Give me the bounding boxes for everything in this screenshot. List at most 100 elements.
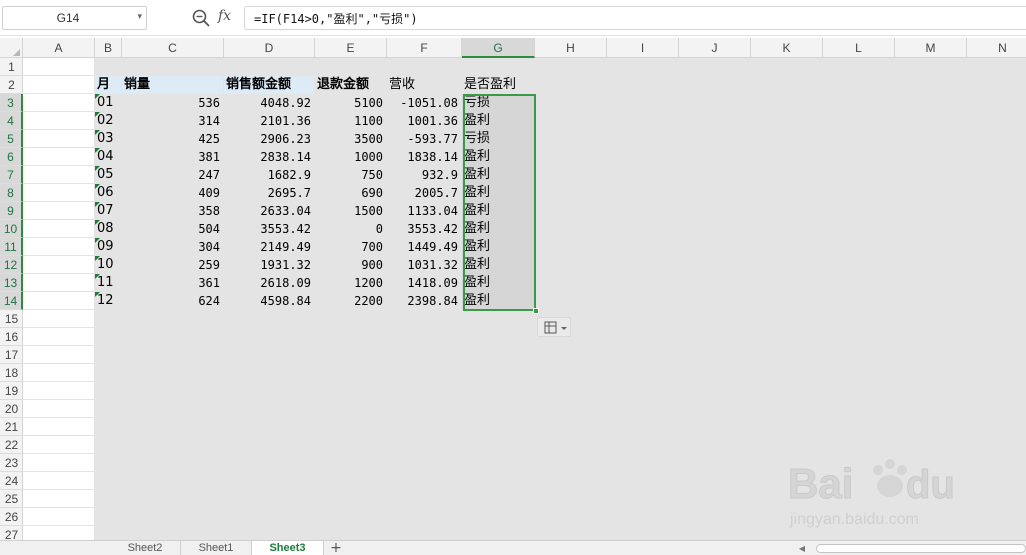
header-cell-month[interactable]: 月: [95, 76, 121, 94]
row-header-1[interactable]: 1: [0, 58, 23, 76]
header-cell-sales-amount[interactable]: 销售额金额: [224, 76, 314, 94]
cell-refund-amount[interactable]: 1500: [315, 202, 386, 220]
column-header-c[interactable]: C: [122, 38, 224, 58]
row-header-26[interactable]: 26: [0, 508, 23, 526]
cell-sales-amount[interactable]: 2838.14: [224, 148, 314, 166]
header-cell-is-profit[interactable]: 是否盈利: [462, 76, 534, 94]
cell-refund-amount[interactable]: 700: [315, 238, 386, 256]
cell-sales-amount[interactable]: 4048.92: [224, 94, 314, 112]
column-header-k[interactable]: K: [751, 38, 823, 58]
cell-sales-amount[interactable]: 2101.36: [224, 112, 314, 130]
column-header-e[interactable]: E: [315, 38, 387, 58]
row-header-4[interactable]: 4: [0, 112, 23, 130]
cell-revenue[interactable]: 1031.32: [387, 256, 461, 274]
fill-handle[interactable]: [533, 308, 539, 314]
row-header-20[interactable]: 20: [0, 400, 23, 418]
cell-refund-amount[interactable]: 1000: [315, 148, 386, 166]
row-header-5[interactable]: 5: [0, 130, 23, 148]
sheet-tab-sheet2[interactable]: Sheet2: [110, 541, 181, 555]
cell-sales-qty[interactable]: 247: [122, 166, 223, 184]
fx-icon[interactable]: fx: [218, 8, 231, 24]
column-header-g[interactable]: G: [462, 38, 535, 58]
column-header-i[interactable]: I: [607, 38, 679, 58]
column-header-n[interactable]: N: [967, 38, 1026, 58]
column-header-b[interactable]: B: [95, 38, 122, 58]
row-header-24[interactable]: 24: [0, 472, 23, 490]
cell-sales-amount[interactable]: 1682.9: [224, 166, 314, 184]
zoom-icon[interactable]: [191, 8, 211, 28]
cell-revenue[interactable]: -593.77: [387, 130, 461, 148]
cell-sales-qty[interactable]: 314: [122, 112, 223, 130]
cell-refund-amount[interactable]: 5100: [315, 94, 386, 112]
row-header-3[interactable]: 3: [0, 94, 23, 112]
cell-refund-amount[interactable]: 3500: [315, 130, 386, 148]
cell-sales-qty[interactable]: 358: [122, 202, 223, 220]
cell-sales-qty[interactable]: 259: [122, 256, 223, 274]
row-header-13[interactable]: 13: [0, 274, 23, 292]
cell-revenue[interactable]: 2398.84: [387, 292, 461, 310]
cell-revenue[interactable]: 932.9: [387, 166, 461, 184]
cell-sales-qty[interactable]: 536: [122, 94, 223, 112]
cell-refund-amount[interactable]: 0: [315, 220, 386, 238]
column-header-j[interactable]: J: [679, 38, 751, 58]
row-header-15[interactable]: 15: [0, 310, 23, 328]
cell-sales-qty[interactable]: 304: [122, 238, 223, 256]
horizontal-scrollbar[interactable]: ◀: [796, 543, 1026, 554]
column-header-l[interactable]: L: [823, 38, 895, 58]
row-header-25[interactable]: 25: [0, 490, 23, 508]
cell-sales-amount[interactable]: 2618.09: [224, 274, 314, 292]
cell-sales-qty[interactable]: 504: [122, 220, 223, 238]
column-header-d[interactable]: D: [224, 38, 315, 58]
cell-sales-amount[interactable]: 4598.84: [224, 292, 314, 310]
row-header-12[interactable]: 12: [0, 256, 23, 274]
chevron-down-icon[interactable]: ▾: [137, 12, 142, 22]
select-all-corner[interactable]: [0, 38, 23, 58]
cell-sales-amount[interactable]: 2906.23: [224, 130, 314, 148]
name-box[interactable]: G14 ▾: [2, 6, 147, 30]
cell-revenue[interactable]: 1418.09: [387, 274, 461, 292]
row-header-19[interactable]: 19: [0, 382, 23, 400]
scrollbar-thumb[interactable]: [816, 544, 1026, 553]
cell-sales-qty[interactable]: 624: [122, 292, 223, 310]
add-sheet-button[interactable]: +: [328, 541, 344, 555]
scroll-left-icon[interactable]: ◀: [796, 543, 808, 554]
cell-refund-amount[interactable]: 690: [315, 184, 386, 202]
row-header-16[interactable]: 16: [0, 328, 23, 346]
formula-input[interactable]: =IF(F14>0,"盈利","亏损"): [244, 6, 1026, 30]
sheet-tab-sheet3[interactable]: Sheet3: [252, 541, 324, 555]
cell-revenue[interactable]: 3553.42: [387, 220, 461, 238]
row-header-22[interactable]: 22: [0, 436, 23, 454]
cell-revenue[interactable]: 1449.49: [387, 238, 461, 256]
row-header-10[interactable]: 10: [0, 220, 23, 238]
cell-sales-qty[interactable]: 361: [122, 274, 223, 292]
row-header-17[interactable]: 17: [0, 346, 23, 364]
cell-refund-amount[interactable]: 750: [315, 166, 386, 184]
cell-revenue[interactable]: 2005.7: [387, 184, 461, 202]
column-header-f[interactable]: F: [387, 38, 462, 58]
cell-refund-amount[interactable]: 900: [315, 256, 386, 274]
column-header-m[interactable]: M: [895, 38, 967, 58]
row-header-2[interactable]: 2: [0, 76, 23, 94]
row-header-9[interactable]: 9: [0, 202, 23, 220]
column-header-h[interactable]: H: [535, 38, 607, 58]
cell-sales-amount[interactable]: 2149.49: [224, 238, 314, 256]
cell-refund-amount[interactable]: 1100: [315, 112, 386, 130]
cell-refund-amount[interactable]: 2200: [315, 292, 386, 310]
cell-sales-amount[interactable]: 3553.42: [224, 220, 314, 238]
cell-revenue[interactable]: -1051.08: [387, 94, 461, 112]
row-header-23[interactable]: 23: [0, 454, 23, 472]
cell-sales-amount[interactable]: 1931.32: [224, 256, 314, 274]
header-cell-refund-amount[interactable]: 退款金额: [315, 76, 386, 94]
row-header-11[interactable]: 11: [0, 238, 23, 256]
row-header-14[interactable]: 14: [0, 292, 23, 310]
cell-revenue[interactable]: 1133.04: [387, 202, 461, 220]
cell-refund-amount[interactable]: 1200: [315, 274, 386, 292]
row-header-21[interactable]: 21: [0, 418, 23, 436]
cell-sales-qty[interactable]: 425: [122, 130, 223, 148]
spreadsheet-grid[interactable]: 月销量 销售额金额 退款金额 营收 是否盈利 01 536 4048.92 5100 -1051.…: [23, 58, 1026, 540]
header-cell-revenue[interactable]: 营收: [387, 76, 461, 94]
row-header-18[interactable]: 18: [0, 364, 23, 382]
quick-analysis-button[interactable]: [537, 317, 571, 337]
row-header-6[interactable]: 6: [0, 148, 23, 166]
cell-revenue[interactable]: 1001.36: [387, 112, 461, 130]
